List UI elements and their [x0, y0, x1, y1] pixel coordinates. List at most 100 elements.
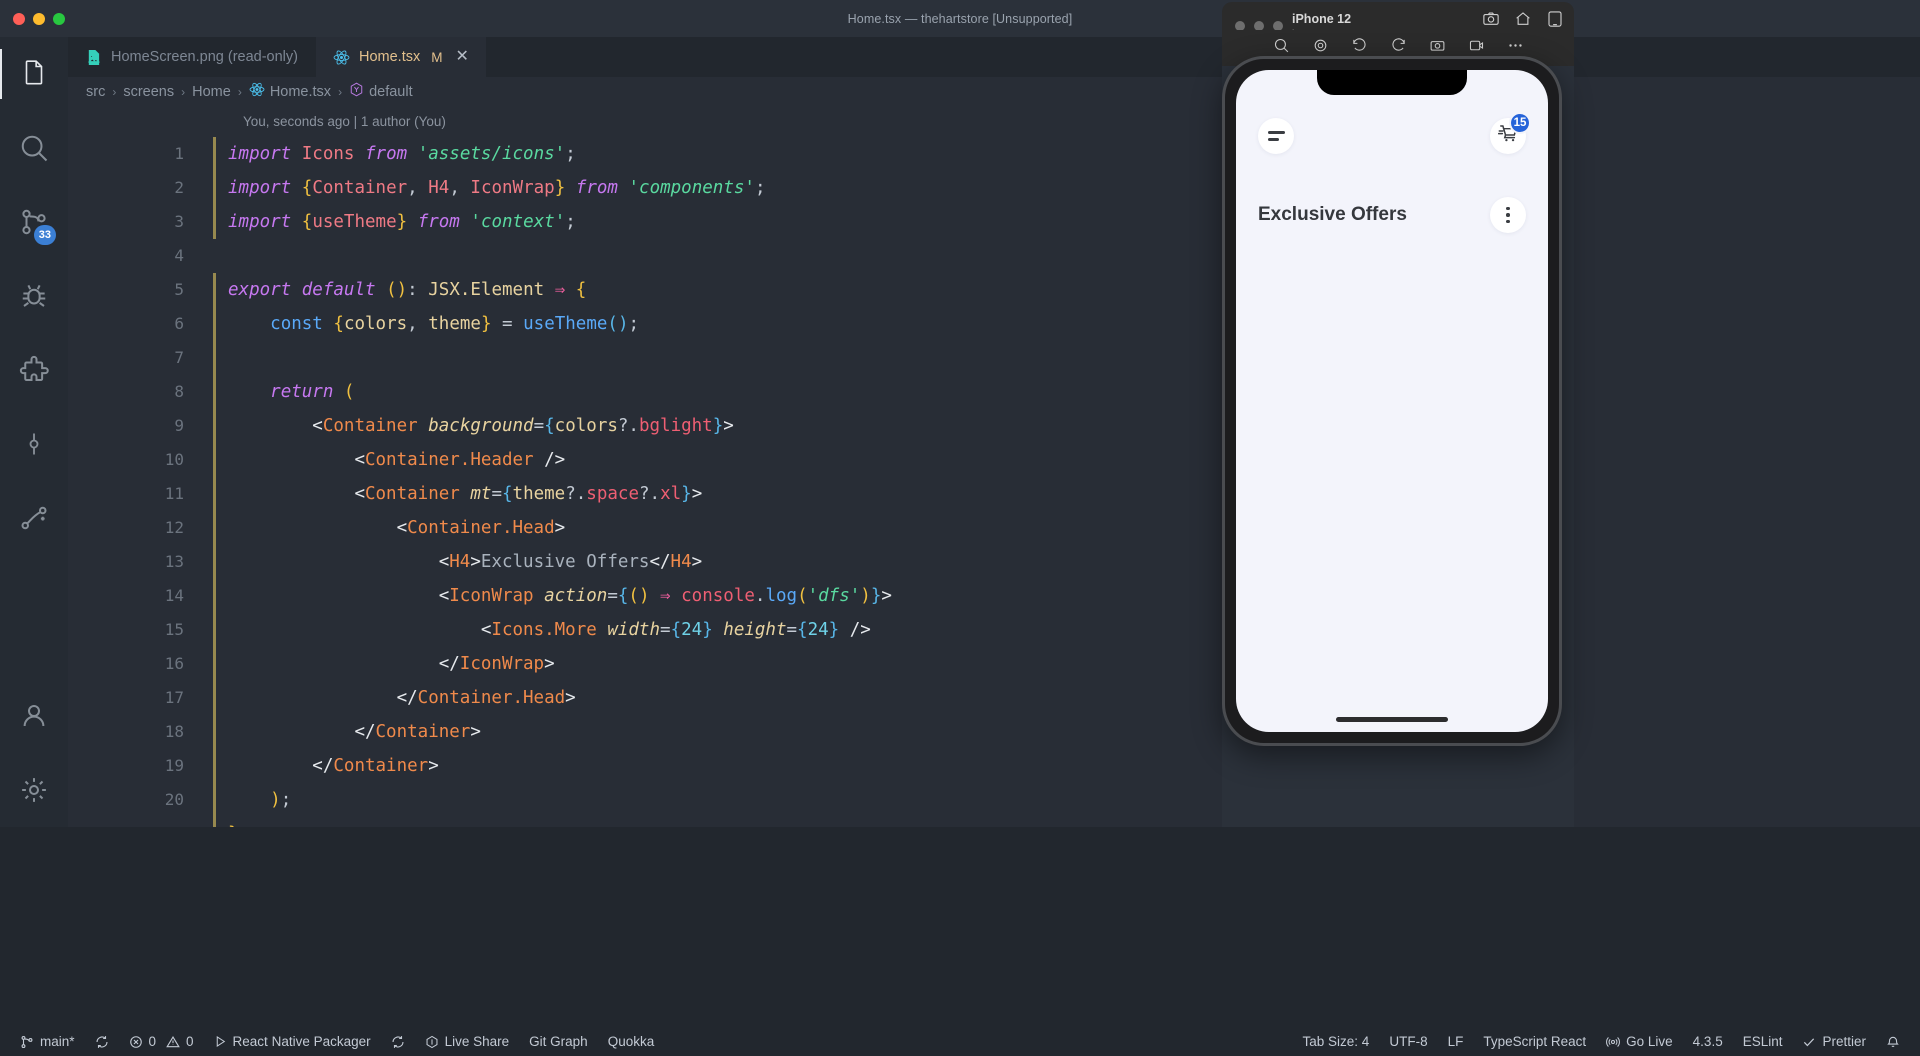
- sidebar-item-git-graph[interactable]: [0, 407, 68, 481]
- tab-label: HomeScreen.png (read-only): [111, 49, 298, 65]
- broadcast-icon: [1606, 1035, 1621, 1049]
- breadcrumb[interactable]: src › screens › Home › Home.tsx › defaul…: [68, 77, 1920, 106]
- more-options-button[interactable]: [1490, 197, 1526, 233]
- gear-icon: [19, 775, 49, 805]
- sidebar-item-remote-explorer[interactable]: [0, 481, 68, 555]
- line-text: <Container mt={theme?.space?.xl}>: [354, 484, 703, 504]
- status-notifications[interactable]: [1876, 1027, 1910, 1056]
- git-change-marker: [213, 273, 216, 307]
- tab-home-tsx[interactable]: Home.tsx M ✕: [315, 37, 487, 77]
- git-change-marker: [213, 817, 216, 827]
- line-text: return (: [270, 382, 355, 402]
- debug-icon: [19, 281, 49, 311]
- status-git-graph[interactable]: Git Graph: [519, 1027, 598, 1056]
- code-line: 20 );: [68, 783, 1920, 817]
- status-branch[interactable]: main*: [10, 1027, 85, 1056]
- line-text: <H4>Exclusive Offers</H4>: [438, 552, 703, 572]
- phone-power-button[interactable]: [1559, 259, 1562, 331]
- line-number: 11: [164, 484, 184, 503]
- hamburger-icon: [1267, 130, 1285, 142]
- search-icon: [19, 133, 49, 163]
- status-quokka[interactable]: Quokka: [598, 1027, 665, 1056]
- tab-modified-indicator: M: [431, 49, 443, 65]
- line-number: 3: [174, 212, 184, 231]
- app-screen[interactable]: 15 Exclusive Offers: [1236, 70, 1548, 732]
- cart-badge: 15: [1509, 112, 1531, 134]
- phone-mute-switch[interactable]: [1222, 187, 1225, 213]
- git-change-marker: [213, 613, 216, 647]
- status-problems[interactable]: 0 0: [119, 1027, 204, 1056]
- sidebar-item-search[interactable]: [0, 111, 68, 185]
- sidebar-item-run-and-debug[interactable]: [0, 259, 68, 333]
- status-version[interactable]: 4.3.5: [1683, 1027, 1733, 1056]
- status-go-live[interactable]: Go Live: [1596, 1027, 1683, 1056]
- sidebar-item-source-control[interactable]: 33: [0, 185, 68, 259]
- line-number: 17: [164, 688, 184, 707]
- status-live-share-label: Live Share: [444, 1034, 510, 1049]
- iphone-simulator-frame[interactable]: 15 Exclusive Offers: [1222, 56, 1562, 746]
- line-text: </Container.Head>: [396, 688, 576, 708]
- breadcrumb-separator: ›: [237, 84, 242, 99]
- status-eslint[interactable]: ESLint: [1733, 1027, 1793, 1056]
- menu-button[interactable]: [1258, 118, 1294, 154]
- tab-close-button[interactable]: ✕: [455, 49, 468, 65]
- line-number: 10: [164, 450, 184, 469]
- sync-icon: [95, 1035, 109, 1049]
- status-eol[interactable]: LF: [1438, 1027, 1474, 1056]
- code-editor[interactable]: You, seconds ago | 1 author (You) 1 impor…: [68, 106, 1920, 827]
- line-number: 18: [164, 722, 184, 741]
- code-line: 11 <Container mt={theme?.space?.xl}>: [68, 477, 1920, 511]
- sidebar-item-explorer[interactable]: [0, 37, 68, 111]
- status-git-graph-label: Git Graph: [529, 1034, 588, 1049]
- status-packager-sync[interactable]: [381, 1027, 415, 1056]
- status-go-live-label: Go Live: [1626, 1034, 1673, 1049]
- cart-button[interactable]: 15: [1490, 112, 1531, 154]
- code-content[interactable]: 1 import Icons from 'assets/icons'; 2 impo…: [68, 137, 1920, 827]
- code-line: 21}; You, seconds ago - Uncommitted chan…: [68, 817, 1920, 827]
- code-line: 1 import Icons from 'assets/icons';: [68, 137, 1920, 171]
- status-sync[interactable]: [85, 1027, 119, 1056]
- status-tab-size[interactable]: Tab Size: 4: [1293, 1027, 1380, 1056]
- status-tab-size-label: Tab Size: 4: [1302, 1034, 1370, 1049]
- code-line: 2 import {Container, H4, IconWrap} from '…: [68, 171, 1920, 205]
- code-line: 15 <Icons.More width={24} height={24} />: [68, 613, 1920, 647]
- git-change-marker: [213, 341, 216, 375]
- status-encoding-label: UTF-8: [1389, 1034, 1428, 1049]
- live-share-icon: [425, 1035, 439, 1049]
- image-file-icon: [85, 49, 102, 66]
- breadcrumb-item-src[interactable]: src: [86, 84, 105, 100]
- sidebar-item-manage-settings[interactable]: [0, 753, 68, 827]
- tab-homescreen-png[interactable]: HomeScreen.png (read-only): [68, 37, 316, 77]
- line-number: 9: [174, 416, 184, 435]
- status-react-native-packager[interactable]: React Native Packager: [204, 1027, 381, 1056]
- line-number: 16: [164, 654, 184, 673]
- breadcrumb-item-home[interactable]: Home: [192, 84, 231, 100]
- breadcrumb-item-file[interactable]: Home.tsx: [249, 82, 331, 101]
- phone-notch: [1317, 70, 1467, 95]
- extensions-icon: [19, 355, 49, 385]
- line-number: 6: [174, 314, 184, 333]
- line-text: import {useTheme} from 'context';: [228, 212, 576, 232]
- status-prettier[interactable]: Prettier: [1792, 1027, 1876, 1056]
- code-line: 19 </Container>: [68, 749, 1920, 783]
- phone-volume-down-button[interactable]: [1222, 305, 1225, 353]
- breadcrumb-separator: ›: [338, 84, 343, 99]
- status-encoding[interactable]: UTF-8: [1379, 1027, 1437, 1056]
- status-quokka-label: Quokka: [607, 1034, 655, 1049]
- status-language-mode[interactable]: TypeScript React: [1473, 1027, 1596, 1056]
- line-number: 12: [164, 518, 184, 537]
- status-live-share[interactable]: Live Share: [415, 1027, 520, 1056]
- remote-explorer-icon: [19, 503, 49, 533]
- status-packager-label: React Native Packager: [232, 1034, 371, 1049]
- git-change-marker: [213, 545, 216, 579]
- breadcrumb-item-symbol[interactable]: default: [349, 82, 413, 101]
- home-indicator: [1336, 717, 1448, 722]
- git-change-marker: [213, 749, 216, 783]
- activity-bar-bottom: [0, 679, 68, 827]
- phone-volume-up-button[interactable]: [1222, 243, 1225, 291]
- sidebar-item-extensions[interactable]: [0, 333, 68, 407]
- line-text: export default (): JSX.Element ⇒ {: [228, 280, 587, 300]
- sidebar-item-accounts[interactable]: [0, 679, 68, 753]
- status-prettier-label: Prettier: [1822, 1034, 1866, 1049]
- breadcrumb-item-screens[interactable]: screens: [123, 84, 174, 100]
